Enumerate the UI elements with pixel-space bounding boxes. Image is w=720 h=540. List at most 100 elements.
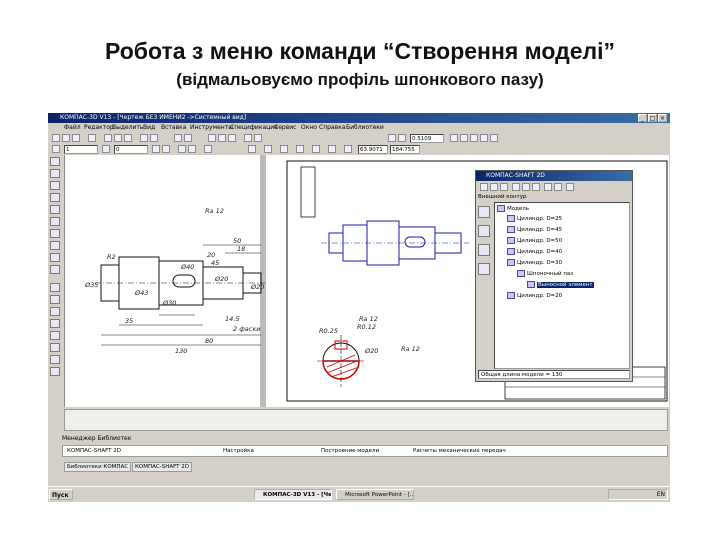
edit-tool-icon[interactable] (50, 193, 60, 202)
coord-y-field[interactable]: 184.755 (390, 145, 420, 154)
tab-kompas-libraries[interactable]: Библиотеки КОМПАС (64, 462, 132, 472)
pan-icon[interactable] (244, 134, 252, 142)
library-item-settings[interactable]: Настройка (223, 448, 254, 454)
polyline-tool-icon[interactable] (50, 343, 60, 352)
library-item-build-model[interactable]: Построение модели (321, 448, 379, 454)
select-tool-icon[interactable] (50, 229, 60, 238)
tree-item-cyl-20[interactable]: Цилиндр. D=20 (507, 292, 562, 299)
snap-icon[interactable] (188, 145, 196, 153)
zoom-in-icon[interactable] (208, 134, 216, 142)
cursor-icon[interactable] (264, 145, 272, 153)
paste-icon[interactable] (124, 134, 132, 142)
menu-view[interactable]: Вид (143, 124, 155, 131)
circle-tool-icon[interactable] (50, 307, 60, 316)
step-field[interactable]: 0 (114, 145, 148, 154)
ortho-toggle-icon[interactable] (312, 145, 320, 153)
copy-icon[interactable] (114, 134, 122, 142)
tree-item-keyway[interactable]: Шпоночный паз (517, 270, 573, 277)
menu-service[interactable]: Сервис (274, 124, 296, 131)
zoom-fit-icon[interactable] (388, 134, 396, 142)
cut-icon[interactable] (104, 134, 112, 142)
copy-model-icon[interactable] (544, 183, 552, 191)
lock-icon[interactable] (344, 145, 352, 153)
ortho-icon[interactable] (152, 145, 160, 153)
pan-view-icon[interactable] (450, 134, 458, 142)
menu-specification[interactable]: Спецификация (230, 124, 278, 131)
menu-tools[interactable]: Инструменты (190, 124, 233, 131)
refresh-icon[interactable] (254, 134, 262, 142)
tree-item-cyl-30[interactable]: Цилиндр. D=30 (507, 259, 562, 266)
menu-editor[interactable]: Редактор (84, 124, 114, 131)
print-icon[interactable] (88, 134, 96, 142)
library-icon[interactable] (184, 134, 192, 142)
style-field[interactable]: 1 (64, 145, 98, 154)
grid-toggle-icon[interactable] (280, 145, 288, 153)
refresh-view-icon[interactable] (470, 134, 478, 142)
library-root[interactable]: КОМПАС-SHAFT 2D (67, 448, 121, 454)
local-cs-icon[interactable] (178, 145, 186, 153)
help-icon[interactable] (566, 183, 574, 191)
undo-icon[interactable] (140, 134, 148, 142)
menu-file[interactable]: Файл (64, 124, 81, 131)
minimize-button[interactable]: _ (638, 114, 647, 122)
menu-libraries[interactable]: Библиотеки (346, 124, 384, 131)
tree-item-detail-element[interactable]: Выносной элемент (527, 281, 594, 288)
geometry-tool-icon[interactable] (50, 157, 60, 166)
grid-snap-icon[interactable] (162, 145, 170, 153)
point-tool-icon[interactable] (50, 283, 60, 292)
view-icon[interactable] (52, 145, 60, 153)
menu-insert[interactable]: Вставка (161, 124, 186, 131)
reports-tool-icon[interactable] (50, 253, 60, 262)
save-icon[interactable] (72, 134, 80, 142)
maximize-button[interactable]: □ (648, 114, 657, 122)
groove-tool-icon[interactable] (478, 263, 490, 275)
tree-item-cyl-50[interactable]: Цилиндр. D=50 (507, 237, 562, 244)
dimensions-tool-icon[interactable] (50, 169, 60, 178)
delete-icon[interactable] (554, 183, 562, 191)
tree-item-cyl-25[interactable]: Цилиндр. D=25 (507, 215, 562, 222)
task-kompas[interactable]: КОМПАС-3D V13 - [Че... (254, 489, 332, 500)
symbols-tool-icon[interactable] (50, 181, 60, 190)
layer-state-icon[interactable] (102, 145, 110, 153)
rotate-icon[interactable] (460, 134, 468, 142)
redraw-icon[interactable] (512, 183, 520, 191)
settings-icon[interactable] (522, 183, 530, 191)
close-button[interactable]: × (658, 114, 667, 122)
hatch-tool-icon[interactable] (50, 367, 60, 376)
task-powerpoint[interactable]: Microsoft PowerPoint - [... (336, 489, 414, 500)
coord-x-field[interactable]: 63.9071 (358, 145, 388, 154)
arc-tool-icon[interactable] (50, 319, 60, 328)
grid-icon[interactable] (490, 134, 498, 142)
measure-tool-icon[interactable] (50, 217, 60, 226)
tab-shaft-2d[interactable]: КОМПАС-SHAFT 2D (132, 462, 193, 472)
zoom-field[interactable]: 0.5109 (410, 134, 444, 143)
round-icon[interactable] (204, 145, 212, 153)
angle-icon[interactable] (328, 145, 336, 153)
tree-item-model[interactable]: Модель (497, 205, 529, 212)
layers-icon[interactable] (480, 134, 488, 142)
new-icon[interactable] (52, 134, 60, 142)
calc-icon[interactable] (532, 183, 540, 191)
start-button[interactable]: Пуск (49, 489, 73, 500)
new-model-icon[interactable] (480, 183, 488, 191)
thread-tool-icon[interactable] (478, 244, 490, 256)
parametrization-tool-icon[interactable] (50, 205, 60, 214)
spline-tool-icon[interactable] (50, 355, 60, 364)
zoom-window-icon[interactable] (228, 134, 236, 142)
menu-select[interactable]: Выделить (112, 124, 143, 131)
tree-item-cyl-40[interactable]: Цилиндр. D=40 (507, 248, 562, 255)
rectangle-tool-icon[interactable] (50, 331, 60, 340)
spec-tool-icon[interactable] (50, 241, 60, 250)
cylinder-tool-icon[interactable] (478, 206, 490, 218)
cone-tool-icon[interactable] (478, 225, 490, 237)
redo-icon[interactable] (150, 134, 158, 142)
menu-help[interactable]: Справка (319, 124, 345, 131)
tree-item-cyl-45[interactable]: Цилиндр. D=45 (507, 226, 562, 233)
zoom-out-icon[interactable] (218, 134, 226, 142)
save-model-icon[interactable] (500, 183, 508, 191)
library-item-mech-calc[interactable]: Расчеты механических передач (413, 448, 506, 454)
open-icon[interactable] (62, 134, 70, 142)
insert-tool-icon[interactable] (50, 265, 60, 274)
open-model-icon[interactable] (490, 183, 498, 191)
line-tool-icon[interactable] (50, 295, 60, 304)
